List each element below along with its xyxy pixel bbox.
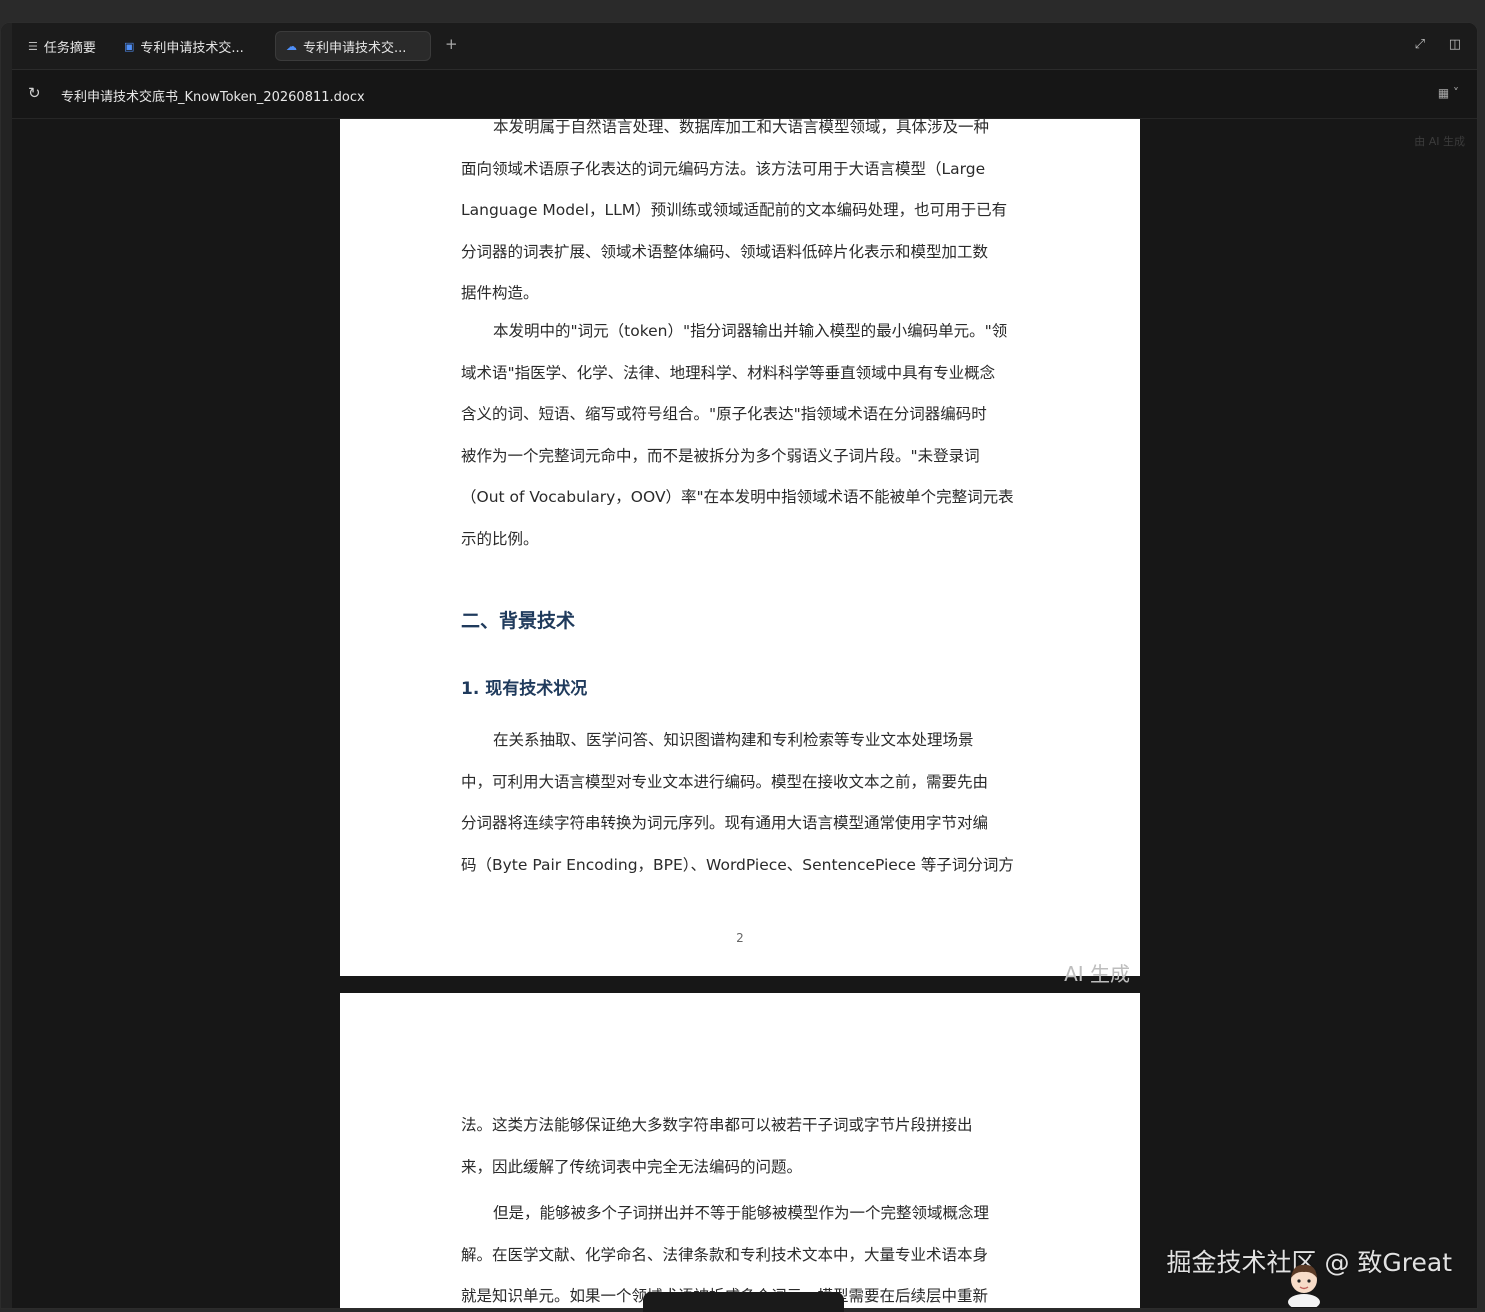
new-tab-button[interactable]: + bbox=[445, 35, 458, 53]
text-line: 面向领域术语原子化表达的词元编码方法。该方法可用于大语言模型（Large bbox=[461, 159, 986, 178]
text-line: 分词器将连续字符串转换为词元序列。现有通用大语言模型通常使用字节对编 bbox=[461, 814, 989, 832]
ai-generated-corner-mark: 由 AI 生成 bbox=[1414, 135, 1465, 148]
tab-bar: ☰ 任务摘要 ▣ 专利申请技术交... ☁ 专利申请技术交... + ⤢ ◫ bbox=[12, 23, 1477, 70]
sidebar-toggle-icon[interactable]: ◫ bbox=[1449, 37, 1461, 52]
bottom-toolbar-handle[interactable] bbox=[643, 1292, 844, 1312]
reload-icon[interactable]: ↻ bbox=[28, 84, 41, 102]
tab-label: 专利申请技术交... bbox=[140, 40, 244, 56]
tab-patent-chat[interactable]: ▣ 专利申请技术交... bbox=[124, 31, 244, 61]
text-line: 在关系抽取、医学问答、知识图谱构建和专利检索等专业文本处理场景 bbox=[493, 731, 974, 749]
text-line: 据件构造。 bbox=[461, 284, 539, 302]
text-line: 本发明属于自然语言处理、数据库加工和大语言模型领域，具体涉及一种 bbox=[493, 119, 990, 136]
ai-generated-mark: AI 生成 bbox=[1064, 962, 1130, 986]
document-page: 本发明属于自然语言处理、数据库加工和大语言模型领域，具体涉及一种 面向领域术语原… bbox=[340, 119, 1140, 986]
text-line: 但是，能够被多个子词拼出并不等于能够被模型作为一个完整领域概念理 bbox=[493, 1204, 990, 1222]
paragraph-definitions: 本发明中的"词元（token）"指分词器输出并输入模型的最小编码单元。"领 域术… bbox=[461, 311, 1021, 560]
cloud-doc-icon: ☁ bbox=[286, 39, 297, 53]
subsection-heading: 1. 现有技术状况 bbox=[461, 679, 588, 699]
apps-menu-icon[interactable]: ▦ ˅ bbox=[1438, 86, 1459, 100]
document-page: 法。这类方法能够保证绝大多数字符串都可以被若干子词或字节片段拼接出 来，因此缓解… bbox=[340, 993, 1140, 1308]
app-window: ☰ 任务摘要 ▣ 专利申请技术交... ☁ 专利申请技术交... + ⤢ ◫ ↻… bbox=[0, 22, 1478, 1309]
text-line: 域术语"指医学、化学、法律、地理科学、材料科学等垂直领域中具有专业概念 bbox=[461, 363, 996, 382]
tab-patent-doc[interactable]: ☁ 专利申请技术交... bbox=[275, 31, 431, 61]
text-line: 解。在医学文献、化学命名、法律条款和专利技术文本中，大量专业术语本身 bbox=[461, 1245, 989, 1264]
paragraph-scope: 本发明属于自然语言处理、数据库加工和大语言模型领域，具体涉及一种 面向领域术语原… bbox=[461, 119, 1021, 315]
address-bar: ↻ 专利申请技术交底书_KnowToken_20260811.docx ▦ ˅ bbox=[12, 70, 1477, 119]
text-line: 示的比例。 bbox=[461, 529, 539, 548]
page-number: 2 bbox=[736, 931, 744, 945]
text-line: 本发明中的"词元（token）"指分词器输出并输入模型的最小编码单元。"领 bbox=[493, 322, 1008, 340]
text-line: 来，因此缓解了传统词表中完全无法编码的问题。 bbox=[461, 1157, 803, 1176]
document-viewer[interactable]: 由 AI 生成 本发明属于自然语言处理、数据库加工和大语言模型领域，具体涉及一种… bbox=[12, 119, 1477, 1308]
paragraph-continued: 法。这类方法能够保证绝大多数字符串都可以被若干子词或字节片段拼接出 来，因此缓解… bbox=[461, 1105, 1021, 1188]
text-line: 中，可利用大语言模型对专业文本进行编码。模型在接收文本之前，需要先由 bbox=[461, 772, 989, 791]
expand-icon[interactable]: ⤢ bbox=[1415, 37, 1425, 52]
mascot-avatar-icon bbox=[1288, 1264, 1320, 1307]
list-icon: ☰ bbox=[28, 39, 38, 53]
paragraph-problem: 但是，能够被多个子词拼出并不等于能够被模型作为一个完整领域概念理 解。在医学文献… bbox=[461, 1193, 1021, 1308]
text-line: Language Model，LLM）预训练或领域适配前的文本编码处理，也可用于… bbox=[461, 201, 1008, 219]
section-heading: 二、背景技术 bbox=[461, 610, 576, 632]
left-edge bbox=[1, 23, 12, 1308]
text-line: （Out of Vocabulary，OOV）率"在本发明中指领域术语不能被单个… bbox=[461, 488, 1014, 506]
text-line: 码（Byte Pair Encoding，BPE）、WordPiece、Sent… bbox=[461, 855, 1014, 874]
tab-task-summary[interactable]: ☰ 任务摘要 bbox=[28, 31, 96, 61]
tab-label: 专利申请技术交... bbox=[303, 40, 407, 56]
document-filename: 专利申请技术交底书_KnowToken_20260811.docx bbox=[61, 90, 365, 105]
paragraph-prior-art: 在关系抽取、医学问答、知识图谱构建和专利检索等专业文本处理场景 中，可利用大语言… bbox=[461, 720, 1021, 886]
chat-bubble-icon: ▣ bbox=[124, 39, 135, 53]
tab-label: 任务摘要 bbox=[43, 40, 96, 56]
text-line: 被作为一个完整词元命中，而不是被拆分为多个弱语义子词片段。"未登录词 bbox=[461, 446, 980, 465]
text-line: 分词器的词表扩展、领域术语整体编码、领域语料低碎片化表示和模型加工数 bbox=[461, 242, 989, 261]
text-line: 含义的词、短语、缩写或符号组合。"原子化表达"指领域术语在分词器编码时 bbox=[461, 405, 987, 423]
text-line: 法。这类方法能够保证绝大多数字符串都可以被若干子词或字节片段拼接出 bbox=[461, 1116, 973, 1134]
